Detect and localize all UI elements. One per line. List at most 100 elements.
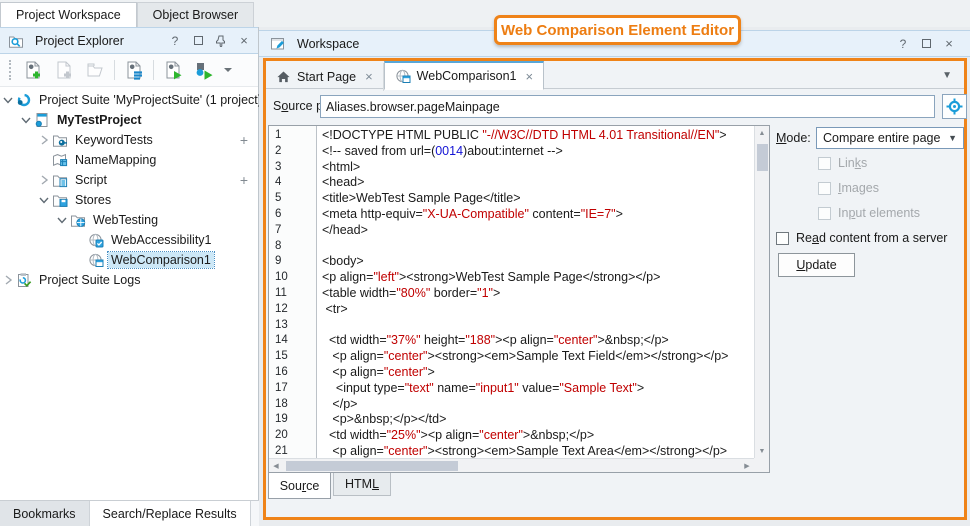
target-icon [946, 98, 963, 115]
project-explorer-close-button[interactable]: × [237, 34, 251, 48]
bottom-tab-search-replace-results[interactable]: Search/Replace Results [90, 501, 251, 526]
chevron-collapsed-icon[interactable] [36, 133, 51, 147]
tree-item-stores[interactable]: Stores [0, 190, 258, 210]
update-button[interactable]: Update [778, 253, 855, 277]
code-string: "Sample Text" [559, 381, 636, 395]
code-text: <title>WebTest Sample Page</title> [322, 191, 521, 205]
view-tab-source[interactable]: Source [268, 473, 331, 499]
tree-item-label: MyTestProject [54, 112, 145, 128]
workspace-close-button[interactable]: × [942, 37, 956, 51]
code-text: ><p align= [495, 333, 554, 347]
toolbar-separator [114, 60, 115, 80]
editor-tab-start-page[interactable]: Start Page× [266, 63, 384, 91]
project-explorer-help-button[interactable]: ? [168, 34, 182, 48]
tree-item-webaccessibility1[interactable]: WebAccessibility1 [0, 230, 258, 250]
script-icon [51, 172, 68, 188]
code-string: "center" [554, 333, 598, 347]
add-child-button[interactable]: + [240, 173, 248, 187]
horizontal-scroll-thumb[interactable] [286, 461, 458, 471]
code-text: <input type= [322, 381, 405, 395]
workspace-help-button[interactable]: ? [896, 37, 910, 51]
code-text: >&nbsp;</p> [597, 333, 668, 347]
project-explorer-icon [7, 33, 24, 49]
window-tab-project-workspace[interactable]: Project Workspace [0, 2, 137, 27]
chevron-collapsed-icon[interactable] [36, 173, 51, 187]
checkbox-read-content-from-a-server[interactable]: Read content from a server [776, 231, 947, 245]
add-item-button [52, 58, 76, 82]
code-line: <p align="center"><strong><em>Sample Tex… [322, 349, 754, 365]
horizontal-scrollbar[interactable]: ◀ ▶ [269, 458, 754, 472]
source-page-input[interactable] [320, 95, 935, 118]
project-explorer-pin-button[interactable] [214, 34, 228, 48]
run-dropdown-button[interactable] [223, 65, 233, 75]
vertical-scrollbar[interactable]: ▲ ▼ [754, 126, 769, 458]
tree-item-project-suite-myprojectsuite-1-project-[interactable]: Project Suite 'MyProjectSuite' (1 projec… [0, 90, 258, 110]
chevron-collapsed-icon[interactable] [0, 273, 15, 287]
add-child-button[interactable]: + [240, 133, 248, 147]
organize-items-button[interactable] [122, 58, 146, 82]
scroll-left-icon[interactable]: ◀ [269, 459, 283, 473]
toolbar-grip[interactable] [9, 60, 12, 80]
bottom-tab-bookmarks[interactable]: Bookmarks [0, 501, 90, 526]
editor-tab-label: WebComparison1 [417, 69, 517, 83]
chevron-expanded-icon[interactable] [18, 113, 33, 127]
code-text: content= [529, 207, 581, 221]
add-project-button[interactable] [21, 58, 45, 82]
code-text: height= [421, 333, 466, 347]
label-post: mages [841, 181, 879, 195]
code-text: >&nbsp;</p> [523, 428, 594, 442]
tree-item-webtesting[interactable]: WebTesting [0, 210, 258, 230]
chevron-expanded-icon[interactable] [54, 213, 69, 227]
checkbox-box [818, 207, 831, 220]
web-accessibility-icon [87, 232, 104, 248]
chevron-expanded-icon[interactable] [36, 193, 51, 207]
project-explorer-panel: Project Explorer ?× Project Suite 'MyPro… [0, 27, 259, 500]
line-number: 6 [275, 207, 316, 223]
tree-item-mytestproject[interactable]: MyTestProject [0, 110, 258, 130]
code-string: "25%" [387, 428, 421, 442]
chevron-expanded-icon[interactable] [0, 93, 15, 107]
label-pre: HTM [345, 477, 372, 491]
scroll-right-icon[interactable]: ▶ [740, 459, 754, 473]
mode-dropdown[interactable]: Compare entire page ▼ [816, 127, 964, 149]
editor-tab-webcomparison1[interactable]: WebComparison1 × [384, 61, 544, 90]
line-number: 19 [275, 412, 316, 428]
code-text: ><strong>WebTest Sample Page</strong></p… [399, 270, 660, 284]
vertical-scroll-thumb[interactable] [757, 144, 768, 171]
code-text: > [719, 128, 726, 142]
scroll-down-icon[interactable]: ▼ [755, 444, 769, 458]
code-text: name= [434, 381, 476, 395]
code-text: <p align= [322, 270, 373, 284]
web-comparison-icon [87, 252, 104, 268]
run-project-button[interactable] [161, 58, 185, 82]
tree-item-keywordtests[interactable]: KeywordTests+ [0, 130, 258, 150]
tree-item-project-suite-logs[interactable]: Project Suite Logs [0, 270, 258, 290]
testcomplete-window: { "window_tabs": [ { "label": "Project W… [0, 0, 970, 526]
label-accesskey: M [776, 131, 786, 145]
line-number: 12 [275, 302, 316, 318]
view-tab-html[interactable]: HTML [333, 473, 391, 496]
tab-overflow-icon[interactable]: ▼ [942, 70, 952, 81]
workspace-region: Workspace ?× Start Page×WebComparison1×▼… [259, 27, 970, 526]
code-line: <table width="80%" border="1"> [322, 286, 754, 302]
workspace-maximize-button[interactable] [919, 37, 933, 51]
pick-object-button[interactable] [942, 94, 967, 119]
tree-item-script[interactable]: Script+ [0, 170, 258, 190]
project-suite-icon [15, 92, 32, 108]
close-tab-icon[interactable]: × [526, 69, 534, 84]
line-number: 17 [275, 381, 316, 397]
project-explorer-maximize-button[interactable] [191, 34, 205, 48]
tree-item-namemapping[interactable]: NameMapping [0, 150, 258, 170]
code-editor[interactable]: 123456789101112131415161718192021 <!DOCT… [268, 125, 770, 473]
close-tab-icon[interactable]: × [365, 69, 373, 84]
window-tab-object-browser[interactable]: Object Browser [137, 2, 254, 27]
checkbox-box[interactable] [776, 232, 789, 245]
code-text: <td width= [322, 428, 387, 442]
tree-item-label: WebAccessibility1 [108, 232, 215, 248]
code-line: <title>WebTest Sample Page</title> [322, 191, 754, 207]
tree-item-webcomparison1[interactable]: WebComparison1 [0, 250, 258, 270]
scroll-up-icon[interactable]: ▲ [755, 126, 769, 140]
line-number: 14 [275, 333, 316, 349]
run-project-suite-button[interactable] [192, 58, 216, 82]
checkbox-box [818, 182, 831, 195]
